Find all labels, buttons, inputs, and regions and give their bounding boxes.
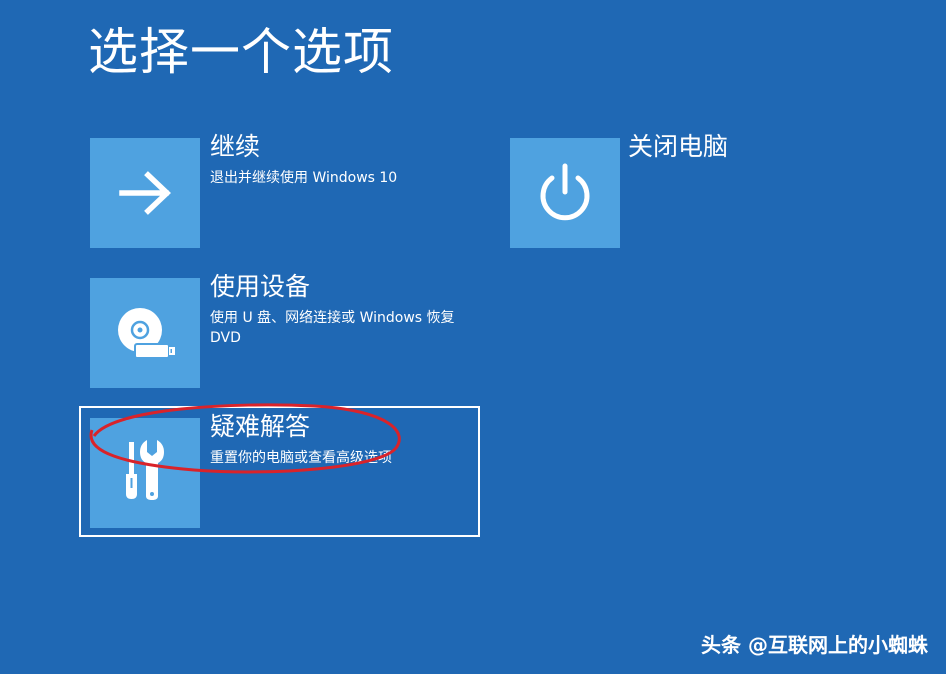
troubleshoot-option[interactable]: 疑难解答 重置你的电脑或查看高级选项 — [90, 412, 470, 528]
tools-icon — [126, 440, 164, 500]
troubleshoot-tile[interactable] — [90, 418, 200, 528]
continue-description: 退出并继续使用 Windows 10 — [210, 170, 398, 186]
watermark: 头条 @互联网上的小蜘蛛 — [701, 633, 928, 657]
power-icon — [540, 163, 590, 221]
use-device-title: 使用设备 — [210, 272, 311, 301]
use-device-option[interactable]: 使用设备 使用 U 盘、网络连接或 Windows 恢复 DVD — [90, 272, 470, 388]
troubleshoot-title: 疑难解答 — [210, 412, 311, 441]
continue-title: 继续 — [210, 132, 261, 161]
disc-usb-icon — [118, 308, 175, 359]
shutdown-title: 关闭电脑 — [628, 132, 729, 161]
use-device-description: 使用 U 盘、网络连接或 Windows 恢复 DVD — [210, 310, 455, 346]
use-device-tile[interactable] — [90, 278, 200, 388]
shutdown-tile[interactable] — [510, 138, 620, 248]
continue-tile[interactable] — [90, 138, 200, 248]
shutdown-option[interactable]: 关闭电脑 — [510, 132, 750, 248]
troubleshoot-description: 重置你的电脑或查看高级选项 — [210, 450, 392, 466]
page-title: 选择一个选项 — [88, 23, 394, 81]
continue-option[interactable]: 继续 退出并继续使用 Windows 10 — [90, 132, 470, 248]
arrow-right-icon — [119, 171, 171, 215]
